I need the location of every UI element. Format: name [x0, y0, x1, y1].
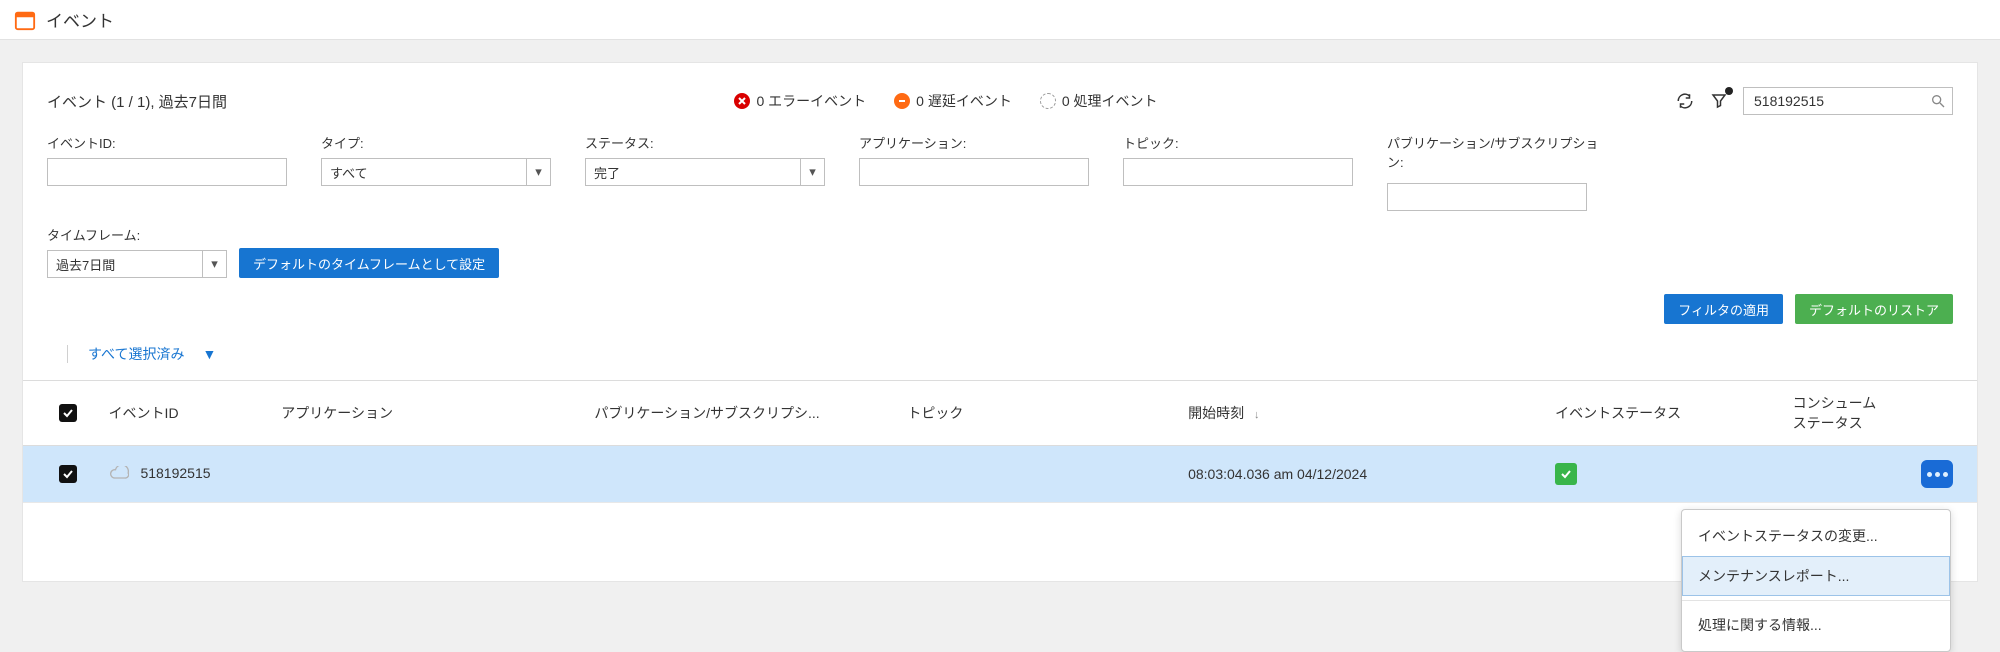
col-start-time-label: 開始時刻	[1188, 405, 1244, 421]
filter-event-id-input[interactable]	[47, 158, 287, 186]
processing-icon	[1040, 93, 1056, 109]
col-topic[interactable]: トピック	[897, 381, 1178, 446]
filter-type-value: すべて	[330, 163, 368, 182]
filter-application: アプリケーション:	[859, 133, 1089, 211]
filter-pubsub: パブリケーション/サブスクリプション:	[1387, 133, 1607, 211]
filter-topic-input[interactable]	[1123, 158, 1353, 186]
row-context-menu: イベントステータスの変更... メンテナンスレポート... 処理に関する情報..…	[1681, 509, 1951, 652]
filter-badge-icon	[1725, 87, 1733, 95]
filter-type-label: タイプ:	[321, 133, 551, 152]
summary-status-center: 0 エラーイベント 0 遅延イベント 0 処理イベント	[227, 91, 1675, 111]
filter-pubsub-input[interactable]	[1387, 183, 1587, 211]
error-icon	[734, 93, 750, 109]
delayed-icon	[894, 93, 910, 109]
col-application[interactable]: アプリケーション	[271, 381, 584, 446]
col-consume-status-l2: ステータス	[1793, 415, 1863, 431]
filter-application-label: アプリケーション:	[859, 133, 1089, 152]
filter-topic-label: トピック:	[1123, 133, 1353, 152]
col-consume-status-l1: コンシューム	[1793, 395, 1877, 411]
summary-strip: イベント (1 / 1), 過去7日間 0 エラーイベント 0 遅延イベント	[23, 87, 1977, 133]
filter-timeframe: タイムフレーム: 過去7日間 ▾	[47, 225, 227, 278]
set-default-timeframe-button[interactable]: デフォルトのタイムフレームとして設定	[239, 248, 499, 278]
cloud-icon	[109, 467, 133, 483]
filter-funnel-icon[interactable]	[1709, 91, 1729, 111]
select-all-row: すべて選択済み ▼	[23, 336, 1977, 380]
filters-row: イベントID: タイプ: すべて ▾ ステータス: 完了 ▾ アプリケーション:	[23, 133, 1977, 211]
processing-events-label: 0 処理イベント	[1062, 91, 1158, 111]
filter-status: ステータス: 完了 ▾	[585, 133, 825, 211]
select-all-link[interactable]: すべて選択済み	[88, 344, 184, 364]
filter-topic: トピック:	[1123, 133, 1353, 211]
filter-actions: フィルタの適用 デフォルトのリストア	[23, 278, 1977, 336]
chevron-down-icon: ▾	[526, 159, 550, 185]
topbar: イベント	[0, 0, 2000, 40]
events-table: イベントID アプリケーション パブリケーション/サブスクリプシ... トピック…	[23, 380, 1977, 503]
col-pubsub[interactable]: パブリケーション/サブスクリプシ...	[584, 381, 897, 446]
sort-asc-icon: ↓	[1254, 409, 1260, 421]
menu-maintenance-report[interactable]: メンテナンスレポート...	[1682, 556, 1950, 596]
col-event-status[interactable]: イベントステータス	[1545, 381, 1783, 446]
filter-event-id-label: イベントID:	[47, 133, 287, 152]
filter-status-select[interactable]: 完了 ▾	[585, 158, 825, 186]
row-more-button[interactable]	[1921, 460, 1953, 488]
row-pubsub	[584, 446, 897, 503]
content-panel: イベント (1 / 1), 過去7日間 0 エラーイベント 0 遅延イベント	[22, 62, 1978, 582]
filter-event-id: イベントID:	[47, 133, 287, 211]
row-start-time: 08:03:04.036 am 04/12/2024	[1178, 446, 1545, 503]
search-input-value: 518192515	[1754, 93, 1930, 109]
chevron-down-icon: ▾	[202, 251, 226, 277]
menu-divider	[1682, 600, 1950, 601]
filter-type-select[interactable]: すべて ▾	[321, 158, 551, 186]
filter-timeframe-value: 過去7日間	[56, 255, 115, 274]
status-ok-icon	[1555, 463, 1577, 485]
filter-timeframe-select[interactable]: 過去7日間 ▾	[47, 250, 227, 278]
row-checkbox[interactable]	[59, 465, 77, 483]
calendar-app-icon	[14, 9, 36, 31]
chevron-down-icon: ▾	[800, 159, 824, 185]
search-icon	[1930, 93, 1946, 109]
menu-processing-info[interactable]: 処理に関する情報...	[1682, 605, 1950, 645]
row-actions-cell	[1783, 446, 1977, 503]
col-start-time[interactable]: 開始時刻 ↓	[1178, 381, 1545, 446]
error-events-label: 0 エラーイベント	[756, 91, 866, 111]
event-count-label: イベント (1 / 1), 過去7日間	[47, 91, 227, 112]
filters-row-2: タイムフレーム: 過去7日間 ▾ デフォルトのタイムフレームとして設定	[23, 211, 1977, 278]
delayed-events-label: 0 遅延イベント	[916, 91, 1012, 111]
menu-change-status[interactable]: イベントステータスの変更...	[1682, 516, 1950, 556]
row-event-id-cell: 518192515	[99, 446, 272, 503]
col-checkbox[interactable]	[23, 381, 99, 446]
restore-defaults-button[interactable]: デフォルトのリストア	[1795, 294, 1953, 324]
ellipsis-icon	[1927, 472, 1948, 477]
row-event-status	[1545, 446, 1783, 503]
filter-timeframe-label: タイムフレーム:	[47, 225, 227, 244]
page-title: イベント	[46, 7, 114, 32]
col-consume-status[interactable]: コンシューム ステータス	[1783, 381, 1977, 446]
filter-status-label: ステータス:	[585, 133, 825, 152]
row-topic	[897, 446, 1178, 503]
header-checkbox[interactable]	[59, 404, 77, 422]
row-application	[271, 446, 584, 503]
divider	[67, 345, 68, 363]
error-events-pill: 0 エラーイベント	[734, 91, 876, 111]
table-row[interactable]: 518192515 08:03:04.036 am 04/12/2024	[23, 446, 1977, 503]
delayed-events-pill: 0 遅延イベント	[894, 91, 1022, 111]
col-event-id[interactable]: イベントID	[99, 381, 272, 446]
filter-status-value: 完了	[594, 163, 620, 182]
summary-right: 518192515	[1675, 87, 1953, 115]
search-input[interactable]: 518192515	[1743, 87, 1953, 115]
row-event-id: 518192515	[140, 465, 210, 481]
filter-pubsub-label: パブリケーション/サブスクリプション:	[1387, 133, 1607, 171]
chevron-down-icon[interactable]: ▼	[202, 346, 216, 362]
table-header-row: イベントID アプリケーション パブリケーション/サブスクリプシ... トピック…	[23, 381, 1977, 446]
filter-type: タイプ: すべて ▾	[321, 133, 551, 211]
processing-events-pill: 0 処理イベント	[1040, 91, 1168, 111]
apply-filter-button[interactable]: フィルタの適用	[1664, 294, 1783, 324]
filter-application-input[interactable]	[859, 158, 1089, 186]
row-checkbox-cell[interactable]	[23, 446, 99, 503]
refresh-icon[interactable]	[1675, 91, 1695, 111]
